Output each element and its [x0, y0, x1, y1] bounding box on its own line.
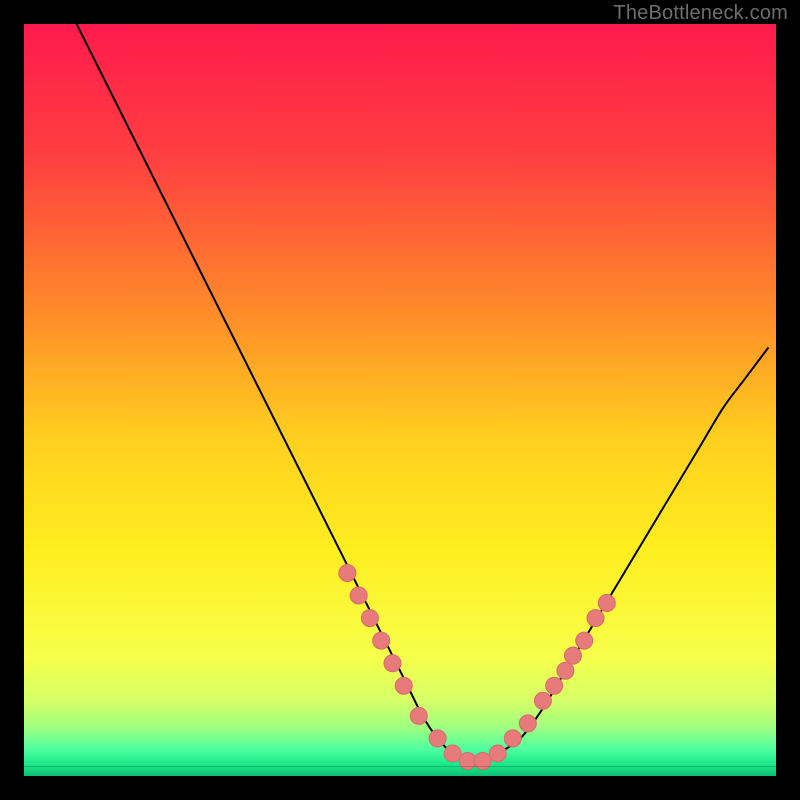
- curve-marker: [564, 647, 581, 664]
- curve-marker: [339, 564, 356, 581]
- curve-marker: [598, 595, 615, 612]
- curve-marker: [519, 715, 536, 732]
- curve-marker: [384, 655, 401, 672]
- curve-marker: [489, 745, 506, 762]
- bottleneck-chart: [24, 24, 776, 776]
- curve-marker: [587, 610, 604, 627]
- curve-marker: [444, 745, 461, 762]
- curve-marker: [557, 662, 574, 679]
- curve-marker: [350, 587, 367, 604]
- curve-marker: [429, 730, 446, 747]
- gradient-band-line: [24, 766, 776, 767]
- curve-marker: [410, 707, 427, 724]
- curve-marker: [576, 632, 593, 649]
- curve-marker: [534, 692, 551, 709]
- curve-marker: [373, 632, 390, 649]
- curve-marker: [504, 730, 521, 747]
- curve-marker: [361, 610, 378, 627]
- curve-marker: [546, 677, 563, 694]
- attribution-text: TheBottleneck.com: [613, 2, 788, 25]
- chart-frame: TheBottleneck.com: [0, 0, 800, 800]
- curve-marker: [395, 677, 412, 694]
- plot-area: [24, 24, 776, 776]
